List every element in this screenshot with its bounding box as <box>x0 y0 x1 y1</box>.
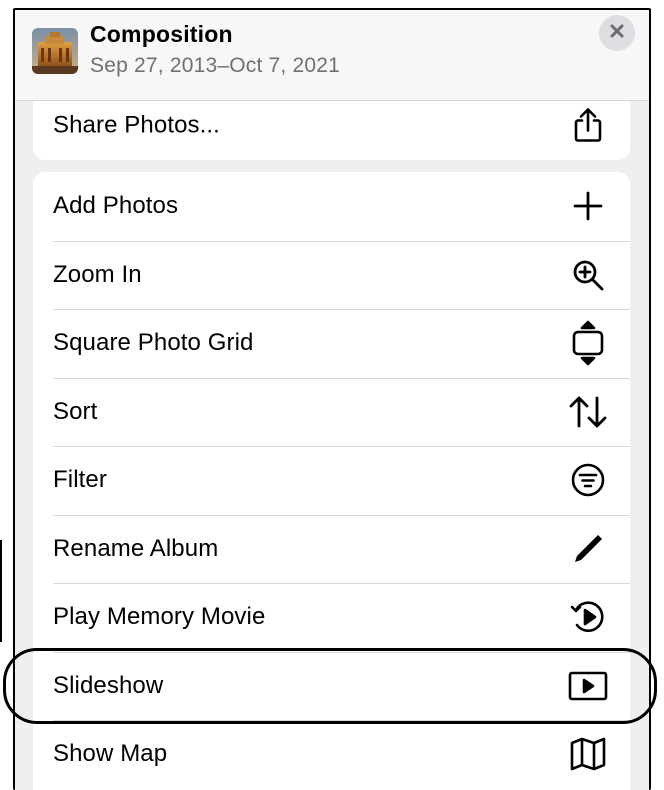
menu-item-rename-album[interactable]: Rename Album <box>33 514 630 584</box>
sheet-header: Composition Sep 27, 2013–Oct 7, 2021 <box>15 10 649 101</box>
memory-movie-icon <box>568 597 608 637</box>
album-cover-image <box>32 28 78 74</box>
slideshow-icon <box>568 666 608 706</box>
menu-item-label: Slideshow <box>53 671 164 699</box>
filter-icon <box>568 460 608 500</box>
album-date-range: Sep 27, 2013–Oct 7, 2021 <box>90 54 340 77</box>
menu-item-slideshow[interactable]: Slideshow <box>33 651 630 721</box>
close-icon <box>610 24 624 43</box>
menu-item-add-photos[interactable]: Add Photos <box>33 172 630 241</box>
menu-item-play-memory-movie[interactable]: Play Memory Movie <box>33 583 630 652</box>
menu-item-filter[interactable]: Filter <box>33 446 630 515</box>
menu-item-label: Rename Album <box>53 534 219 562</box>
album-actions-sheet: Share Photos... Composition Sep 27, 2013… <box>13 8 651 790</box>
menu-item-share-photos[interactable]: Share Photos... <box>33 92 630 161</box>
album-title: Composition <box>90 21 233 47</box>
menu-item-label: Play Memory Movie <box>53 603 266 631</box>
close-button[interactable] <box>599 15 635 51</box>
menu-item-label: Show Map <box>53 740 168 768</box>
menu-item-label: Sort <box>53 397 98 425</box>
menu-item-label: Zoom In <box>53 260 142 288</box>
map-icon <box>568 734 608 774</box>
divider-line <box>0 540 2 642</box>
actions-group: Add Photos Zoom In Square Photo Grid Sor… <box>33 172 630 790</box>
sort-icon <box>568 392 608 432</box>
plus-icon <box>568 186 608 226</box>
menu-item-label: Share Photos... <box>53 111 220 139</box>
share-icon <box>568 106 608 146</box>
menu-item-zoom-in[interactable]: Zoom In <box>33 240 630 310</box>
menu-item-show-map[interactable]: Show Map <box>33 720 630 789</box>
zoom-in-icon <box>568 255 608 295</box>
menu-item-sort[interactable]: Sort <box>33 377 630 447</box>
menu-item-label: Filter <box>53 466 107 494</box>
menu-item-square-photo-grid[interactable]: Square Photo Grid <box>33 309 630 378</box>
pencil-icon <box>568 529 608 569</box>
aspect-ratio-icon <box>568 320 608 366</box>
menu-item-label: Square Photo Grid <box>53 329 254 357</box>
menu-item-label: Add Photos <box>53 192 179 220</box>
